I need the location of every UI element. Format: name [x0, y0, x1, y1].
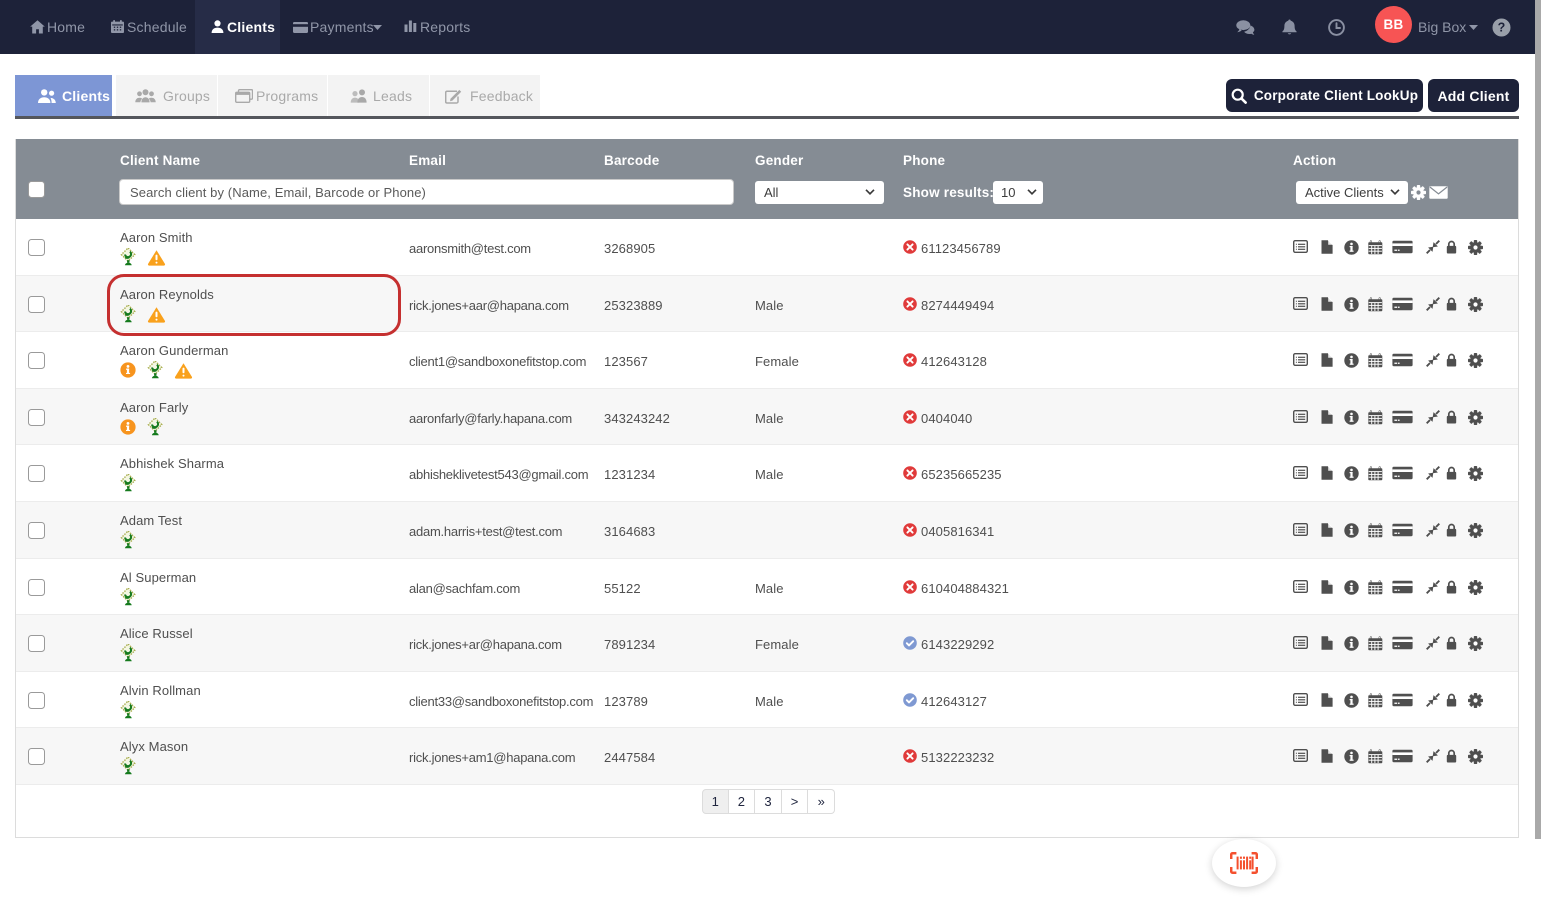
svg-text:?: ? — [1498, 21, 1506, 35]
